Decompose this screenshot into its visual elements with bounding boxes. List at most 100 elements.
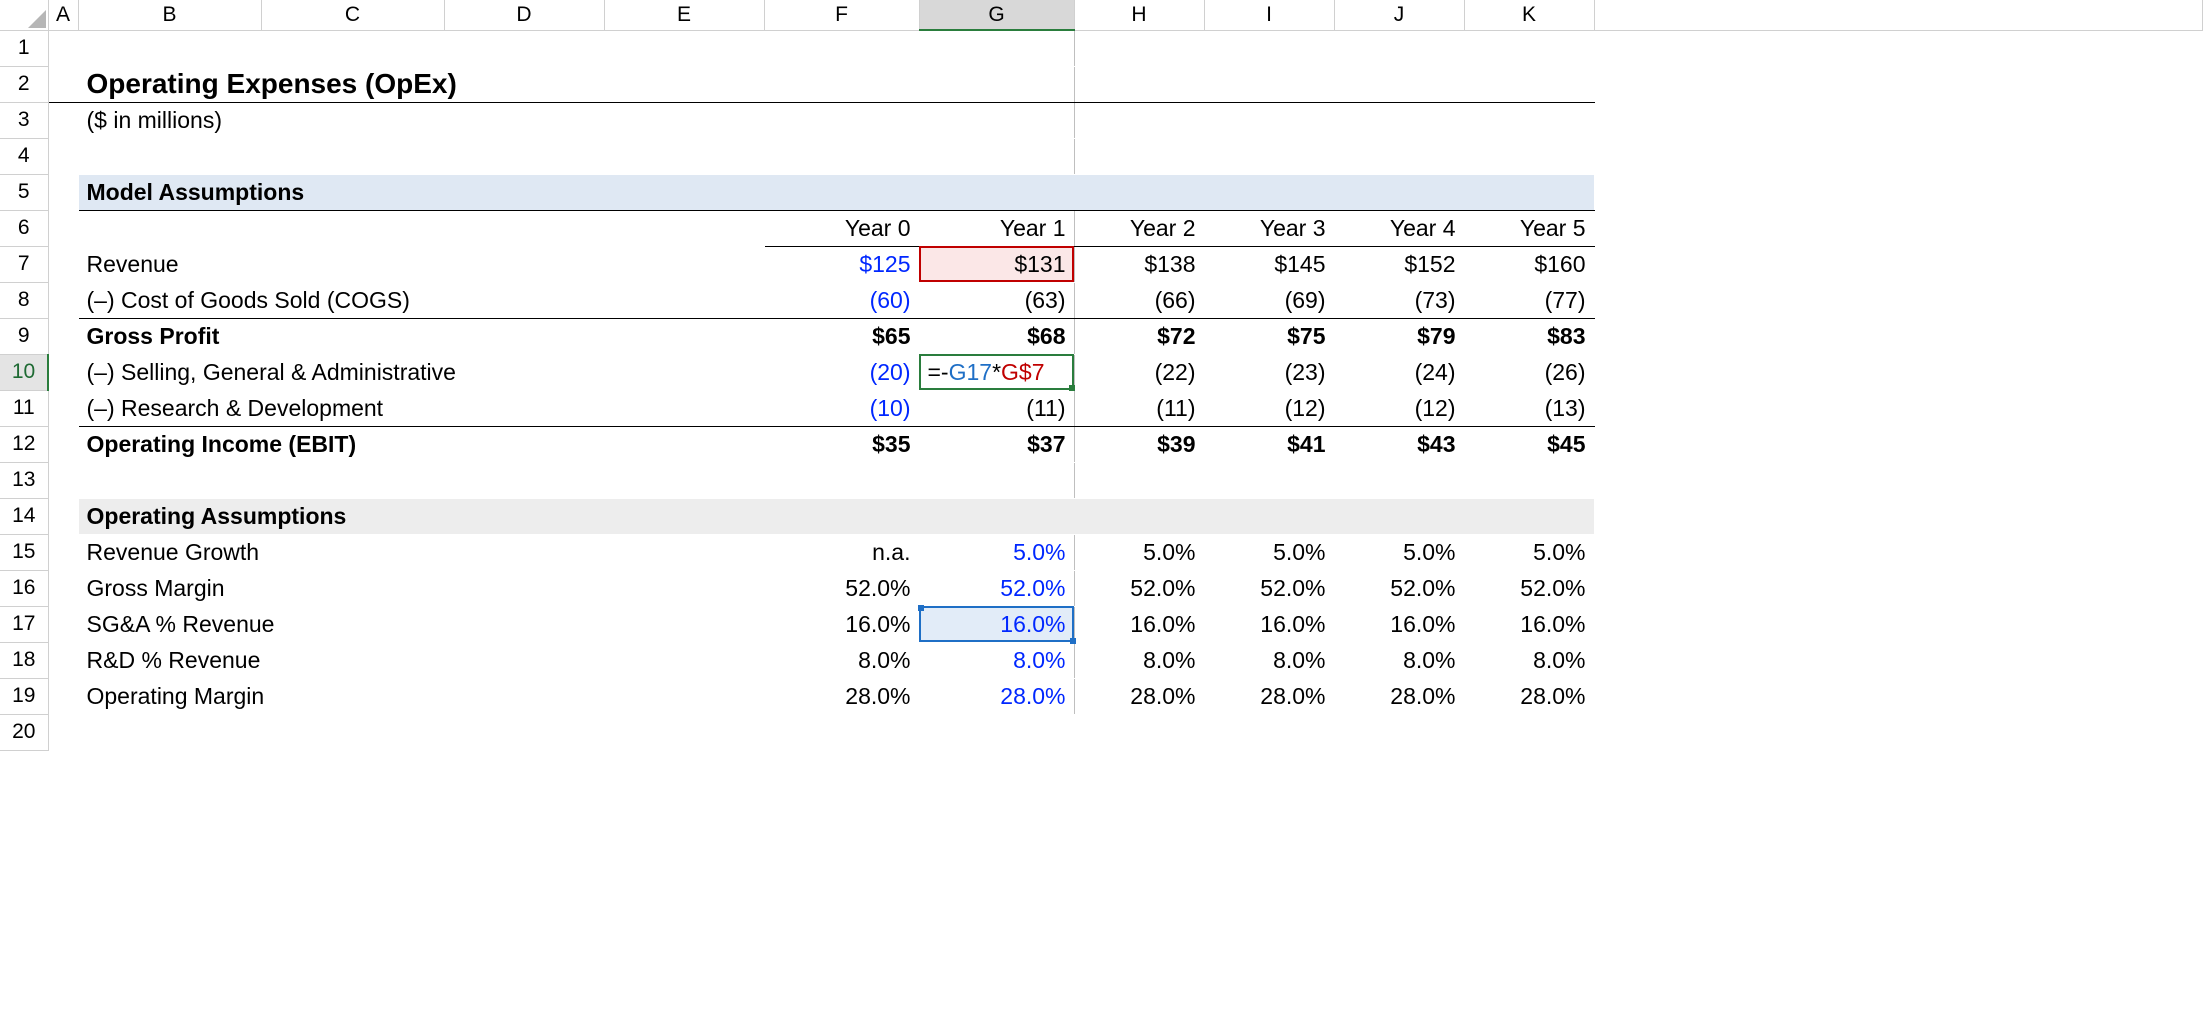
cell-A9[interactable] xyxy=(48,318,78,354)
gross-profit-I[interactable]: $75 xyxy=(1204,318,1334,354)
sga-label[interactable]: (–) Selling, General & Administrative xyxy=(78,354,764,390)
cell-L14[interactable] xyxy=(1594,498,2203,534)
year-2-head[interactable]: Year 2 xyxy=(1074,210,1204,246)
cell-L2[interactable] xyxy=(1594,66,2203,102)
cell-L15[interactable] xyxy=(1594,534,2203,570)
gross-profit-H[interactable]: $72 xyxy=(1074,318,1204,354)
row-head-16[interactable]: 16 xyxy=(0,570,48,606)
row-head-20[interactable]: 20 xyxy=(0,714,48,750)
cell-A1[interactable] xyxy=(48,30,78,66)
cell-A5[interactable] xyxy=(48,174,78,210)
row-head-7[interactable]: 7 xyxy=(0,246,48,282)
col-head-E[interactable]: E xyxy=(604,0,764,30)
cell-A8[interactable] xyxy=(48,282,78,318)
op-margin-I[interactable]: 28.0% xyxy=(1204,678,1334,714)
row-head-10[interactable]: 10 xyxy=(0,354,48,390)
section-operating-assumptions[interactable]: Operating Assumptions xyxy=(78,498,1594,534)
col-head-D[interactable]: D xyxy=(444,0,604,30)
rev-growth-J[interactable]: 5.0% xyxy=(1334,534,1464,570)
cell-B1[interactable] xyxy=(78,30,764,66)
cell-H1[interactable] xyxy=(1074,30,1204,66)
row-head-1[interactable]: 1 xyxy=(0,30,48,66)
row-head-2[interactable]: 2 xyxy=(0,66,48,102)
cell-K2[interactable] xyxy=(1464,66,1594,102)
cell-F3[interactable] xyxy=(764,102,919,138)
revenue-F[interactable]: $125 xyxy=(764,246,919,282)
rev-growth-H[interactable]: 5.0% xyxy=(1074,534,1204,570)
cell-L16[interactable] xyxy=(1594,570,2203,606)
cell-J4[interactable] xyxy=(1334,138,1464,174)
gross-margin-I[interactable]: 52.0% xyxy=(1204,570,1334,606)
cell-K13[interactable] xyxy=(1464,462,1594,498)
gross-profit-K[interactable]: $83 xyxy=(1464,318,1594,354)
cell-I20[interactable] xyxy=(1204,714,1334,750)
cell-L1[interactable] xyxy=(1594,30,2203,66)
col-head-filler[interactable] xyxy=(1594,0,2203,30)
col-head-H[interactable]: H xyxy=(1074,0,1204,30)
cell-H20[interactable] xyxy=(1074,714,1204,750)
cell-H2[interactable] xyxy=(1074,66,1204,102)
sga-pct-H[interactable]: 16.0% xyxy=(1074,606,1204,642)
op-margin-K[interactable]: 28.0% xyxy=(1464,678,1594,714)
cell-L18[interactable] xyxy=(1594,642,2203,678)
rnd-H[interactable]: (11) xyxy=(1074,390,1204,426)
cell-A13[interactable] xyxy=(48,462,78,498)
subtitle[interactable]: ($ in millions) xyxy=(78,102,764,138)
sga-J[interactable]: (24) xyxy=(1334,354,1464,390)
cell-H3[interactable] xyxy=(1074,102,1204,138)
op-margin-J[interactable]: 28.0% xyxy=(1334,678,1464,714)
cell-I2[interactable] xyxy=(1204,66,1334,102)
cell-A3[interactable] xyxy=(48,102,78,138)
rnd-pct-J[interactable]: 8.0% xyxy=(1334,642,1464,678)
cell-L6[interactable] xyxy=(1594,210,2203,246)
year-4-head[interactable]: Year 4 xyxy=(1334,210,1464,246)
gross-margin-label[interactable]: Gross Margin xyxy=(78,570,764,606)
cell-A15[interactable] xyxy=(48,534,78,570)
sga-pct-K[interactable]: 16.0% xyxy=(1464,606,1594,642)
cell-K4[interactable] xyxy=(1464,138,1594,174)
cell-F2[interactable] xyxy=(764,66,919,102)
grid[interactable]: A B C D E F G H I J K 1 2 Operating Expe… xyxy=(0,0,2203,751)
cell-A19[interactable] xyxy=(48,678,78,714)
cell-A4[interactable] xyxy=(48,138,78,174)
cell-I1[interactable] xyxy=(1204,30,1334,66)
row-head-17[interactable]: 17 xyxy=(0,606,48,642)
cogs-J[interactable]: (73) xyxy=(1334,282,1464,318)
cell-L19[interactable] xyxy=(1594,678,2203,714)
rnd-pct-G[interactable]: 8.0% xyxy=(919,642,1074,678)
section-model-assumptions[interactable]: Model Assumptions xyxy=(78,174,1594,210)
cell-B13[interactable] xyxy=(78,462,764,498)
gross-margin-H[interactable]: 52.0% xyxy=(1074,570,1204,606)
row-head-8[interactable]: 8 xyxy=(0,282,48,318)
gross-margin-K[interactable]: 52.0% xyxy=(1464,570,1594,606)
cell-G20[interactable] xyxy=(919,714,1074,750)
col-head-J[interactable]: J xyxy=(1334,0,1464,30)
ebit-J[interactable]: $43 xyxy=(1334,426,1464,462)
year-5-head[interactable]: Year 5 xyxy=(1464,210,1594,246)
ebit-label[interactable]: Operating Income (EBIT) xyxy=(78,426,764,462)
rnd-label[interactable]: (–) Research & Development xyxy=(78,390,764,426)
gross-margin-J[interactable]: 52.0% xyxy=(1334,570,1464,606)
cell-L9[interactable] xyxy=(1594,318,2203,354)
rnd-K[interactable]: (13) xyxy=(1464,390,1594,426)
cell-H13[interactable] xyxy=(1074,462,1204,498)
cell-J20[interactable] xyxy=(1334,714,1464,750)
cell-A7[interactable] xyxy=(48,246,78,282)
row-head-11[interactable]: 11 xyxy=(0,390,48,426)
row-head-12[interactable]: 12 xyxy=(0,426,48,462)
row-head-3[interactable]: 3 xyxy=(0,102,48,138)
cell-A12[interactable] xyxy=(48,426,78,462)
gross-margin-F[interactable]: 52.0% xyxy=(764,570,919,606)
revenue-I[interactable]: $145 xyxy=(1204,246,1334,282)
sga-pct-F[interactable]: 16.0% xyxy=(764,606,919,642)
ebit-G[interactable]: $37 xyxy=(919,426,1074,462)
col-head-C[interactable]: C xyxy=(261,0,444,30)
sga-F[interactable]: (20) xyxy=(764,354,919,390)
col-head-I[interactable]: I xyxy=(1204,0,1334,30)
sga-K[interactable]: (26) xyxy=(1464,354,1594,390)
sga-pct-I[interactable]: 16.0% xyxy=(1204,606,1334,642)
rnd-pct-I[interactable]: 8.0% xyxy=(1204,642,1334,678)
cell-J1[interactable] xyxy=(1334,30,1464,66)
cell-L13[interactable] xyxy=(1594,462,2203,498)
cell-A16[interactable] xyxy=(48,570,78,606)
